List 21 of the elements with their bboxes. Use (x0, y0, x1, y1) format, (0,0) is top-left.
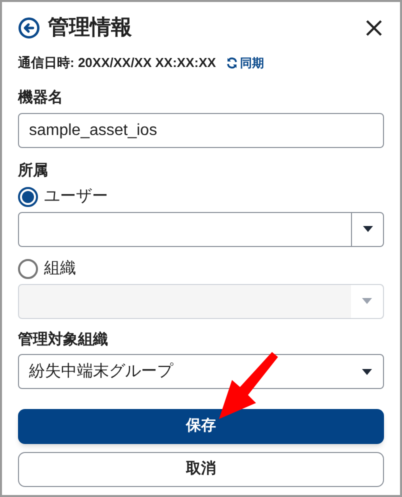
field-label: 管理対象組織 (18, 330, 109, 350)
radio-label: 組織 (44, 258, 76, 278)
field-label: 所属 (18, 161, 49, 181)
field-label: 機器名 (18, 88, 64, 108)
window-title: 管理情報 (48, 15, 132, 42)
close-icon[interactable] (366, 20, 382, 36)
refresh-icon (226, 56, 238, 69)
radio-button[interactable] (18, 186, 38, 206)
radio-button[interactable] (18, 258, 38, 278)
last-sync-text: 通信日時: 20XX/XX/XX XX:XX:XX (18, 54, 216, 72)
dropdown-caret-icon (362, 368, 372, 374)
select-field[interactable]: 紛失中端末グループ (18, 354, 384, 389)
radio-label: ユーザー (44, 186, 108, 206)
select-value: 紛失中端末グループ (28, 362, 174, 382)
dropdown-caret-icon (362, 298, 372, 304)
dropdown-caret-icon (362, 226, 372, 232)
sync-link[interactable]: 同期 (226, 54, 264, 72)
device-name-field[interactable]: sample_asset_ios (18, 113, 384, 148)
cancel-button[interactable]: 取消 (18, 452, 384, 487)
save-button[interactable]: 保存 (18, 409, 384, 444)
select-field[interactable] (18, 212, 384, 246)
